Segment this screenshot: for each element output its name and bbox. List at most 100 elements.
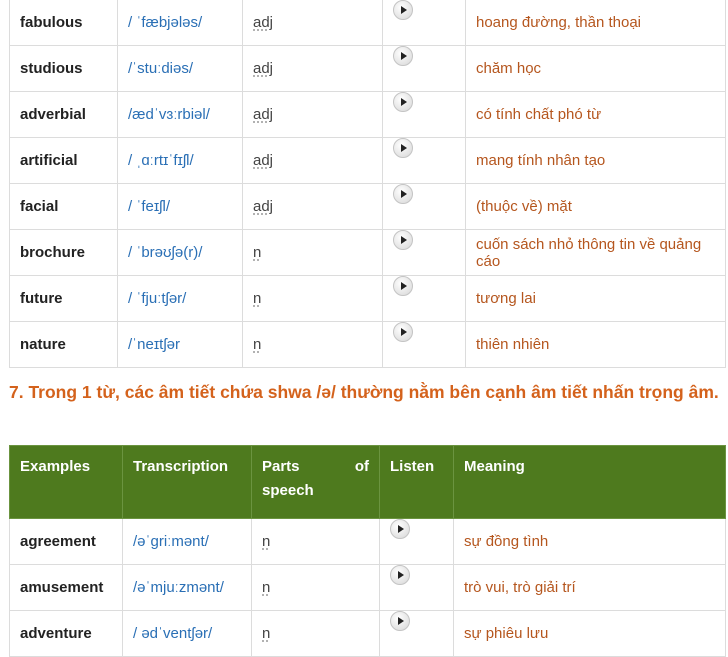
transcription: /ˈneɪtʃər [117,321,243,368]
part-of-speech-cell: n [251,564,380,611]
example-word: fabulous [9,0,118,46]
header-listen: Listen [379,445,454,519]
table-row: facial / ˈfeɪʃl/ adj (thuộc về) mặt [9,183,726,230]
example-word: future [9,275,118,322]
part-of-speech: adj [253,14,274,31]
part-of-speech-cell: n [251,518,380,565]
example-word: artificial [9,137,118,184]
listen-cell [379,518,454,565]
meaning: có tính chất phó từ [465,91,726,138]
transcription: /əˈgriːmənt/ [122,518,252,565]
part-of-speech-cell: n [242,229,383,276]
part-of-speech: n [262,533,271,550]
table-row: adventure / ədˈventʃər/ n sự phiêu lưu [9,610,726,657]
transcription: /ædˈvɜːrbiəl/ [117,91,243,138]
table-header-row: Examples Transcription Parts of speech L… [9,445,726,519]
table-row: amusement /əˈmjuːzmənt/ n trò vui, trò g… [9,564,726,611]
listen-cell [382,229,466,276]
part-of-speech-cell: adj [242,0,383,46]
part-of-speech: adj [253,60,274,77]
table-row: artificial / ˌɑːrtɪˈfɪʃl/ adj mang tính … [9,137,726,184]
meaning: sự phiêu lưu [453,610,726,657]
table-row: fabulous / ˈfæbjələs/ adj hoang đường, t… [9,0,726,46]
meaning: hoang đường, thần thoại [465,0,726,46]
meaning: thiên nhiên [465,321,726,368]
part-of-speech-cell: adj [242,45,383,92]
header-speech-word: speech [262,482,314,499]
play-button-icon[interactable] [390,565,410,585]
listen-cell [382,183,466,230]
header-transcription: Transcription [122,445,252,519]
transcription: /əˈmjuːzmənt/ [122,564,252,611]
play-button-icon[interactable] [393,0,413,20]
example-word: nature [9,321,118,368]
listen-cell [382,137,466,184]
part-of-speech: n [253,290,262,307]
listen-cell [382,275,466,322]
table-row: brochure / ˈbrəʊʃə(r)/ n cuốn sách nhỏ t… [9,229,726,276]
play-button-icon[interactable] [393,46,413,66]
meaning: sự đồng tình [453,518,726,565]
vocab-table-2: Examples Transcription Parts of speech L… [9,445,726,657]
part-of-speech-cell: n [251,610,380,657]
meaning: (thuộc về) mặt [465,183,726,230]
header-parts-of-speech: Parts of speech [251,445,380,519]
listen-cell [379,610,454,657]
play-button-icon[interactable] [393,230,413,250]
section-heading: 7. Trong 1 từ, các âm tiết chứa shwa /ə/… [9,382,719,402]
meaning: trò vui, trò giải trí [453,564,726,611]
example-word: facial [9,183,118,230]
transcription: / ˈfeɪʃl/ [117,183,243,230]
part-of-speech-cell: adj [242,183,383,230]
listen-cell [382,91,466,138]
transcription: / ˈfæbjələs/ [117,0,243,46]
listen-cell [382,321,466,368]
transcription: / ˈbrəʊʃə(r)/ [117,229,243,276]
table-row: nature /ˈneɪtʃər n thiên nhiên [9,321,726,368]
meaning: mang tính nhân tạo [465,137,726,184]
play-button-icon[interactable] [393,322,413,342]
listen-cell [382,0,466,46]
part-of-speech: adj [253,152,274,169]
header-examples: Examples [9,445,123,519]
transcription: / ˈfjuːtʃər/ [117,275,243,322]
part-of-speech: adj [253,198,274,215]
table-row: agreement /əˈgriːmənt/ n sự đồng tình [9,518,726,565]
part-of-speech-cell: adj [242,91,383,138]
table-row: studious /ˈstuːdiəs/ adj chăm học [9,45,726,92]
play-button-icon[interactable] [390,611,410,631]
example-word: studious [9,45,118,92]
example-word: brochure [9,229,118,276]
play-button-icon[interactable] [393,184,413,204]
part-of-speech: n [262,625,271,642]
example-word: agreement [9,518,123,565]
play-button-icon[interactable] [393,92,413,112]
listen-cell [379,564,454,611]
example-word: adventure [9,610,123,657]
header-meaning: Meaning [453,445,726,519]
part-of-speech-cell: n [242,321,383,368]
part-of-speech: n [262,579,271,596]
part-of-speech: n [253,336,262,353]
play-button-icon[interactable] [393,138,413,158]
listen-cell [382,45,466,92]
part-of-speech-cell: adj [242,137,383,184]
transcription: /ˈstuːdiəs/ [117,45,243,92]
play-button-icon[interactable] [393,276,413,296]
part-of-speech: adj [253,106,274,123]
header-of-word: of [354,458,369,475]
play-button-icon[interactable] [390,519,410,539]
header-parts-word: Parts [262,458,300,475]
example-word: adverbial [9,91,118,138]
vocab-table-1: fabulous / ˈfæbjələs/ adj hoang đường, t… [9,0,726,368]
transcription: / ədˈventʃər/ [122,610,252,657]
meaning: cuốn sách nhỏ thông tin về quảng cáo [465,229,726,276]
transcription: / ˌɑːrtɪˈfɪʃl/ [117,137,243,184]
meaning: tương lai [465,275,726,322]
part-of-speech: n [253,244,262,261]
table-row: future / ˈfjuːtʃər/ n tương lai [9,275,726,322]
table-row: adverbial /ædˈvɜːrbiəl/ adj có tính chất… [9,91,726,138]
example-word: amusement [9,564,123,611]
part-of-speech-cell: n [242,275,383,322]
meaning: chăm học [465,45,726,92]
